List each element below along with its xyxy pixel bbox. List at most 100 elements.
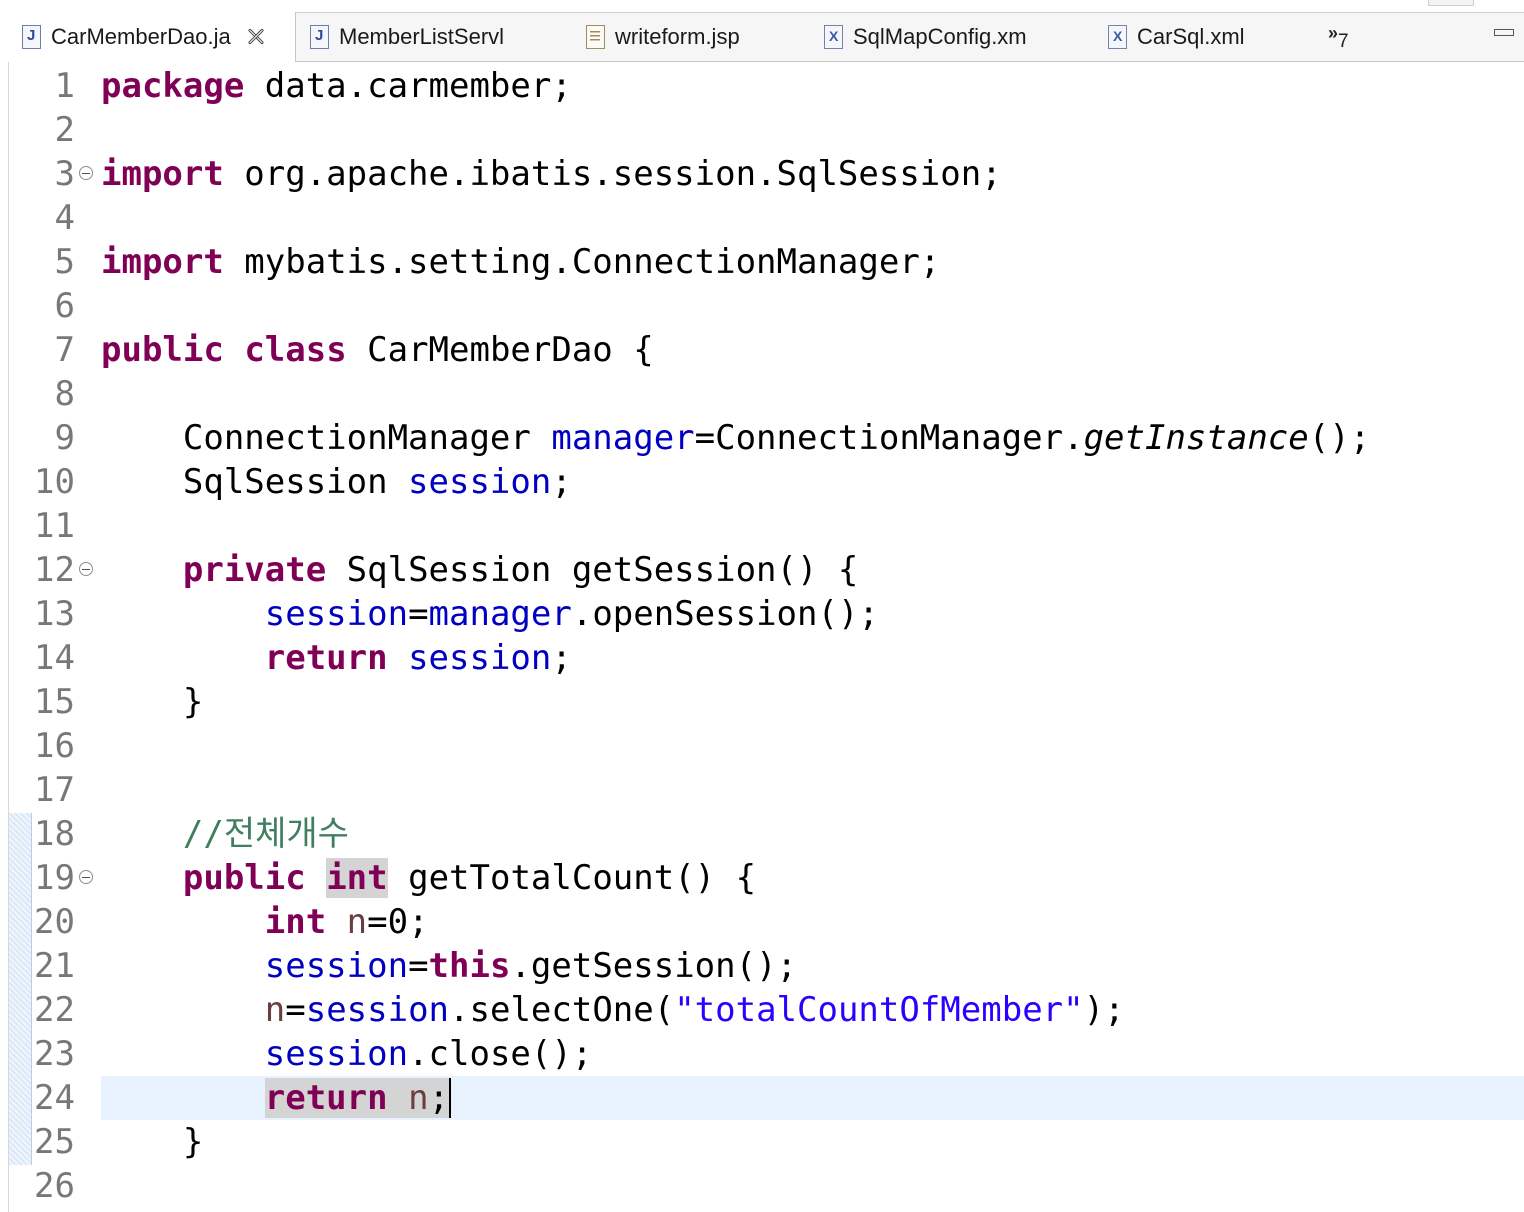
- line-number: 15: [34, 682, 75, 722]
- more-tabs-button[interactable]: » 7: [1328, 23, 1349, 52]
- code-token: this: [428, 946, 511, 986]
- code-line[interactable]: 22 n=session.selectOne("totalCountOfMemb…: [9, 988, 1524, 1032]
- code-line[interactable]: 18 //전체개수: [9, 812, 1524, 856]
- tab-memberlistservlet[interactable]: MemberListServl: [310, 13, 504, 61]
- line-number: 12: [34, 550, 75, 590]
- code-text: return n;: [101, 1076, 452, 1120]
- code-token: manager: [428, 594, 572, 634]
- line-number: 16: [34, 726, 75, 766]
- xml-file-icon: [1108, 25, 1127, 49]
- code-text: }: [101, 1120, 203, 1164]
- line-number: 23: [34, 1034, 75, 1074]
- fold-collapse-icon[interactable]: [79, 562, 93, 576]
- close-tab-icon[interactable]: [245, 26, 267, 48]
- code-line[interactable]: 7 public class CarMemberDao {: [9, 328, 1524, 372]
- code-token: [387, 1078, 409, 1118]
- code-token: session: [264, 594, 409, 634]
- code-line[interactable]: 17: [9, 768, 1524, 812]
- code-token: ;: [428, 1078, 450, 1118]
- code-token: //전체개수: [182, 814, 349, 854]
- code-token: session: [264, 1034, 409, 1074]
- minimize-icon[interactable]: [1494, 29, 1514, 36]
- code-token: .selectOne(: [449, 990, 675, 1030]
- code-token: =ConnectionManager.: [694, 418, 1084, 458]
- java-file-icon: [310, 25, 329, 49]
- tab-sqlmapconfig[interactable]: SqlMapConfig.xm: [824, 13, 1027, 61]
- code-line[interactable]: 16: [9, 724, 1524, 768]
- code-text: session.close();: [101, 1032, 593, 1076]
- tab-carsql[interactable]: CarSql.xml: [1108, 13, 1245, 61]
- code-line[interactable]: 1 package data.carmember;: [9, 64, 1524, 108]
- code-text: int n=0;: [101, 900, 429, 944]
- code-line[interactable]: 19 public int getTotalCount() {: [9, 856, 1524, 900]
- line-number: 5: [54, 242, 75, 282]
- line-number: 21: [34, 946, 75, 986]
- code-text: import org.apache.ibatis.session.SqlSess…: [101, 152, 1002, 196]
- code-line[interactable]: 4: [9, 196, 1524, 240]
- code-line[interactable]: 14 return session;: [9, 636, 1524, 680]
- tab-carmemberdao[interactable]: CarMemberDao.ja: [8, 12, 296, 62]
- code-line[interactable]: 24 return n;: [9, 1076, 1524, 1120]
- code-line[interactable]: 21 session=this.getSession();: [9, 944, 1524, 988]
- code-line[interactable]: 10 SqlSession session;: [9, 460, 1524, 504]
- code-token: int: [326, 858, 388, 898]
- code-text: private SqlSession getSession() {: [101, 548, 859, 592]
- code-text: SqlSession session;: [101, 460, 572, 504]
- code-token: SqlSession: [101, 462, 409, 502]
- code-line[interactable]: 26: [9, 1164, 1524, 1208]
- code-line[interactable]: 5 import mybatis.setting.ConnectionManage…: [9, 240, 1524, 284]
- code-token: int: [264, 902, 327, 942]
- tab-label: SqlMapConfig.xm: [853, 24, 1027, 49]
- code-token: .getSession();: [510, 946, 798, 986]
- code-line[interactable]: 9 ConnectionManager manager=ConnectionMa…: [9, 416, 1524, 460]
- code-token: );: [1083, 990, 1125, 1030]
- code-line[interactable]: 8: [9, 372, 1524, 416]
- line-number: 13: [34, 594, 75, 634]
- tab-writeform[interactable]: writeform.jsp: [586, 13, 740, 61]
- code-text: import mybatis.setting.ConnectionManager…: [101, 240, 940, 284]
- java-file-icon: [22, 25, 41, 49]
- code-token: session: [408, 462, 552, 502]
- code-token: =: [408, 594, 429, 634]
- code-token: }: [101, 1122, 204, 1162]
- code-token: n: [408, 1078, 429, 1118]
- code-line[interactable]: 3 import org.apache.ibatis.session.SqlSes…: [9, 152, 1524, 196]
- code-line[interactable]: 20 int n=0;: [9, 900, 1524, 944]
- line-number: 6: [54, 286, 75, 326]
- code-token: getTotalCount() {: [387, 858, 757, 898]
- code-line[interactable]: 12 private SqlSession getSession() {: [9, 548, 1524, 592]
- fold-collapse-icon[interactable]: [79, 870, 93, 884]
- code-editor[interactable]: 1 package data.carmember; 2 3 import org.apa…: [8, 62, 1524, 1212]
- hidden-tab-count: 7: [1338, 31, 1349, 52]
- xml-file-icon: [824, 25, 843, 49]
- code-text: }: [101, 680, 203, 724]
- code-text: return session;: [101, 636, 572, 680]
- code-line[interactable]: 11: [9, 504, 1524, 548]
- line-number: 14: [34, 638, 75, 678]
- line-number: 3: [54, 154, 75, 194]
- line-number: 9: [54, 418, 75, 458]
- code-line[interactable]: 25 }: [9, 1120, 1524, 1164]
- code-line[interactable]: 13 session=manager.openSession();: [9, 592, 1524, 636]
- code-line[interactable]: 15 }: [9, 680, 1524, 724]
- code-text: public class CarMemberDao {: [101, 328, 654, 372]
- code-token: }: [101, 682, 204, 722]
- code-token: public: [101, 330, 224, 370]
- code-line[interactable]: 6: [9, 284, 1524, 328]
- line-number: 7: [54, 330, 75, 370]
- code-text: session=this.getSession();: [101, 944, 797, 988]
- fold-collapse-icon[interactable]: [79, 166, 93, 180]
- code-line[interactable]: 2: [9, 108, 1524, 152]
- line-number: 4: [54, 198, 75, 238]
- code-token: n: [346, 902, 368, 942]
- code-token: session: [305, 990, 450, 1030]
- line-number: 2: [54, 110, 75, 150]
- code-line[interactable]: 23 session.close();: [9, 1032, 1524, 1076]
- code-token: mybatis.setting.ConnectionManager;: [223, 242, 941, 282]
